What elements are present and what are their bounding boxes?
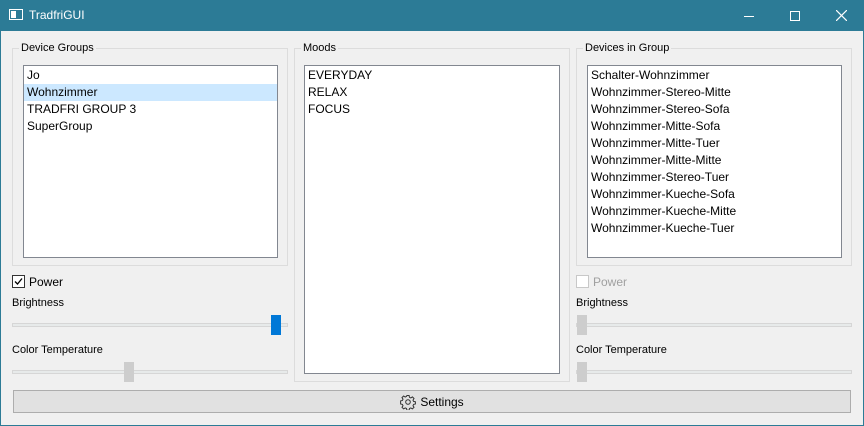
device-color-temp-slider-thumb[interactable] (577, 362, 587, 382)
device-power-label: Power (593, 275, 628, 289)
device-group-item[interactable]: SuperGroup (24, 118, 277, 135)
device-brightness-slider[interactable] (576, 323, 852, 327)
group-color-temp-slider-thumb[interactable] (124, 362, 134, 382)
minimize-button[interactable] (726, 0, 772, 31)
title-bar: TradfriGUI (0, 0, 864, 31)
settings-label: Settings (420, 394, 464, 409)
group-brightness-slider-thumb[interactable] (271, 315, 281, 335)
device-item[interactable]: Wohnzimmer-Stereo-Sofa (588, 101, 841, 118)
device-brightness-label: Brightness (576, 297, 628, 309)
device-group-item[interactable]: Jo (24, 67, 277, 84)
close-button[interactable] (818, 0, 864, 31)
mood-item[interactable]: EVERYDAY (305, 67, 559, 84)
device-item[interactable]: Wohnzimmer-Mitte-Mitte (588, 152, 841, 169)
device-color-temp-label: Color Temperature (576, 344, 667, 356)
group-color-temp-slider[interactable] (12, 370, 288, 374)
maximize-icon (790, 10, 800, 21)
window-title: TradfriGUI (29, 8, 85, 22)
minimize-icon (744, 15, 754, 17)
close-icon (835, 10, 847, 21)
group-power-label: Power (29, 275, 64, 289)
group-color-temp-label: Color Temperature (12, 344, 103, 356)
device-item[interactable]: Wohnzimmer-Kueche-Sofa (588, 186, 841, 203)
checkmark-icon (14, 278, 23, 285)
device-group-item[interactable]: TRADFRI GROUP 3 (24, 101, 277, 118)
moods-list[interactable]: EVERYDAY RELAX FOCUS (304, 65, 560, 374)
mood-item[interactable]: RELAX (305, 84, 559, 101)
device-groups-title: Device Groups (19, 41, 96, 55)
device-groups-list[interactable]: Jo Wohnzimmer TRADFRI GROUP 3 SuperGroup (23, 65, 278, 258)
app-icon (9, 9, 23, 20)
main-window: Device Groups Jo Wohnzimmer TRADFRI GROUP … (1, 31, 863, 425)
settings-button[interactable]: Settings (13, 390, 851, 413)
device-item[interactable]: Wohnzimmer-Stereo-Tuer (588, 169, 841, 186)
device-item[interactable]: Wohnzimmer-Stereo-Mitte (588, 84, 841, 101)
device-group-item[interactable]: Wohnzimmer (24, 84, 277, 101)
group-power-checkbox[interactable] (12, 275, 25, 288)
device-item[interactable]: Wohnzimmer-Kueche-Mitte (588, 203, 841, 220)
maximize-button[interactable] (772, 0, 818, 31)
gear-icon (400, 394, 417, 410)
group-brightness-label: Brightness (12, 297, 64, 309)
device-color-temp-slider[interactable] (576, 370, 852, 374)
group-brightness-slider[interactable] (12, 323, 288, 327)
device-brightness-slider-thumb[interactable] (577, 315, 587, 335)
devices-in-group-title: Devices in Group (583, 41, 672, 55)
moods-title: Moods (301, 41, 339, 55)
mood-item[interactable]: FOCUS (305, 101, 559, 118)
devices-in-group-list[interactable]: Schalter-Wohnzimmer Wohnzimmer-Stereo-Mit… (587, 65, 842, 258)
device-power-checkbox[interactable] (576, 275, 589, 288)
device-item[interactable]: Wohnzimmer-Mitte-Sofa (588, 118, 841, 135)
device-item[interactable]: Schalter-Wohnzimmer (588, 67, 841, 84)
device-item[interactable]: Wohnzimmer-Mitte-Tuer (588, 135, 841, 152)
device-item[interactable]: Wohnzimmer-Kueche-Tuer (588, 220, 841, 237)
